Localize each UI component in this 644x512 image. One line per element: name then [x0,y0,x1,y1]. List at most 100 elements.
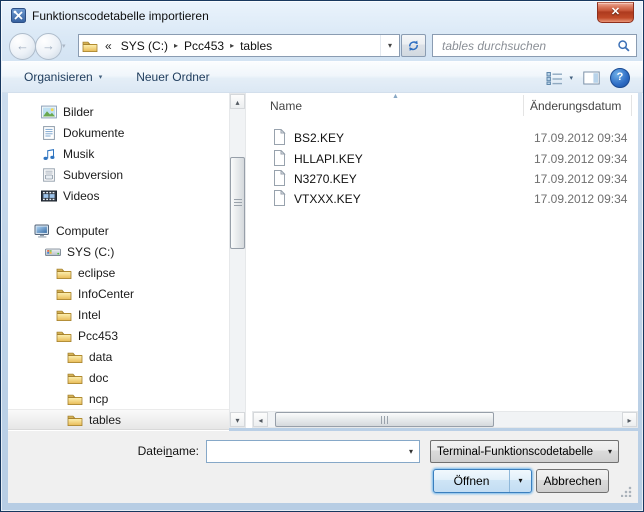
tree-item-label: eclipse [78,265,116,280]
file-name: N3270.KEY [294,172,357,186]
music-icon [41,146,57,162]
sort-ascending-icon: ▲ [392,93,399,100]
scrollbar-thumb[interactable] [275,412,494,427]
tree-item-label: Pcc453 [78,328,119,343]
tree-item-label: InfoCenter [78,286,135,301]
file-modified-date: 17.09.2012 09:34 [534,192,628,206]
history-dropdown-icon[interactable]: ▾ [62,42,66,50]
saved-search-icon [41,167,57,183]
organize-label: Organisieren [24,70,93,84]
chevron-down-icon: ▾ [607,447,612,456]
window-title: Funktionscodetabelle importieren [32,9,209,23]
folder-icon [56,265,72,281]
sidebar-item-label: Dokumente [63,125,125,140]
breadcrumb-overflow[interactable]: « [105,39,112,53]
file-name: BS2.KEY [294,131,345,145]
toolbar-right-group: ▾ ? [546,62,630,94]
breadcrumb-tables[interactable]: tables [234,39,278,53]
sidebar-item-label: Videos [63,188,100,203]
address-dropdown-icon[interactable]: ▾ [380,35,399,56]
help-button[interactable]: ? [610,68,630,88]
file-name: VTXXX.KEY [294,192,361,206]
tree-item-label: Intel [78,307,101,322]
file-row-n3270[interactable]: N3270.KEY 17.09.2012 09:34 [246,169,638,189]
tree-item-sys-c[interactable]: SYS (C:) [8,241,229,262]
tree-item-ncp[interactable]: ncp [8,388,229,409]
refresh-icon [406,38,421,53]
column-header-modified[interactable]: Änderungsdatum [530,99,621,113]
resize-grip[interactable] [621,486,632,497]
file-open-dialog: Funktionscodetabelle importieren ✕ ← → ▾… [0,0,644,512]
filename-input[interactable] [207,444,403,459]
list-view-icon [546,71,563,85]
search-input[interactable] [440,37,617,54]
open-dropdown-button[interactable]: ▾ [509,470,531,492]
tree-item-pcc453[interactable]: Pcc453 [8,325,229,346]
new-folder-button[interactable]: Neuer Ordner [126,65,219,89]
column-header-name[interactable]: Name [270,99,302,113]
tree-scrollbar[interactable]: ▴ ▾ [229,93,246,428]
tree-item-doc[interactable]: doc [8,367,229,388]
thumb-grip [381,416,390,424]
column-divider[interactable] [523,95,524,116]
column-header-row: Name ▲ Änderungsdatum [246,93,638,119]
file-row-bs2[interactable]: BS2.KEY 17.09.2012 09:34 [246,128,638,148]
organize-button[interactable]: Organisieren ▾ [14,65,112,89]
file-row-hllapi[interactable]: HLLAPI.KEY 17.09.2012 09:34 [246,149,638,169]
sidebar-item-label: Bilder [63,104,94,119]
content-area: Bilder Dokumente Musik Subversion Videos… [8,93,638,431]
scroll-left-button[interactable]: ◂ [253,412,268,427]
search-box[interactable] [432,34,637,57]
file-list-horizontal-scrollbar[interactable]: ◂ ▸ [252,411,638,428]
file-icon [272,150,286,166]
sidebar-item-musik[interactable]: Musik [8,143,229,164]
filename-dropdown-icon[interactable]: ▾ [403,447,419,456]
forward-button[interactable]: → [35,33,62,60]
scroll-down-button[interactable]: ▾ [230,412,245,427]
tree-item-data[interactable]: data [8,346,229,367]
new-folder-label: Neuer Ordner [136,70,210,84]
tree-item-label: data [89,349,113,364]
close-button[interactable]: ✕ [597,2,634,23]
filetype-value: Terminal-Funktionscodetabelle [437,445,593,458]
breadcrumb-pcc453[interactable]: Pcc453 [178,39,230,53]
tree-item-label: tables [89,412,122,427]
sidebar-item-bilder[interactable]: Bilder [8,101,229,122]
folder-icon [67,349,83,365]
tree-item-computer[interactable]: Computer [8,220,229,241]
scroll-up-button[interactable]: ▴ [230,94,245,109]
tree-item-tables-selected[interactable]: tables [8,409,229,430]
file-row-vtxxx[interactable]: VTXXX.KEY 17.09.2012 09:34 [246,189,638,209]
tree-item-eclipse[interactable]: eclipse [8,262,229,283]
file-modified-date: 17.09.2012 09:34 [534,172,628,186]
app-tools-icon [11,8,26,23]
back-button[interactable]: ← [9,33,36,60]
file-icon [272,170,286,186]
scroll-right-button[interactable]: ▸ [622,412,637,427]
command-toolbar: Organisieren ▾ Neuer Ordner ▾ ? [2,61,643,94]
address-bar[interactable]: « SYS (C:) ▸ Pcc453 ▸ tables ▾ [78,34,400,57]
search-icon[interactable] [617,39,631,53]
scrollbar-thumb[interactable] [230,157,245,249]
open-button[interactable]: Öffnen [434,470,509,492]
folder-icon [67,412,83,428]
filetype-combobox[interactable]: Terminal-Funktionscodetabelle ▾ [430,440,619,463]
tree-item-label: SYS (C:) [67,244,115,259]
file-icon [272,129,286,145]
refresh-button[interactable] [401,34,426,57]
sidebar-item-subversion[interactable]: Subversion [8,164,229,185]
tree-item-intel[interactable]: Intel [8,304,229,325]
sidebar-item-videos[interactable]: Videos [8,185,229,206]
folder-icon [67,370,83,386]
tree-item-infocenter[interactable]: InfoCenter [8,283,229,304]
column-divider[interactable] [631,95,632,116]
cancel-button[interactable]: Abbrechen [536,469,609,493]
tree-item-label: Computer [56,223,109,238]
filename-combobox[interactable]: ▾ [206,440,420,463]
change-view-button[interactable]: ▾ [546,71,573,85]
dialog-footer: Dateiname: ▾ Terminal-Funktionscodetabel… [8,431,638,503]
breadcrumb-sys-c[interactable]: SYS (C:) [115,39,174,53]
folder-icon [56,286,72,302]
preview-pane-button[interactable] [583,71,600,85]
sidebar-item-dokumente[interactable]: Dokumente [8,122,229,143]
